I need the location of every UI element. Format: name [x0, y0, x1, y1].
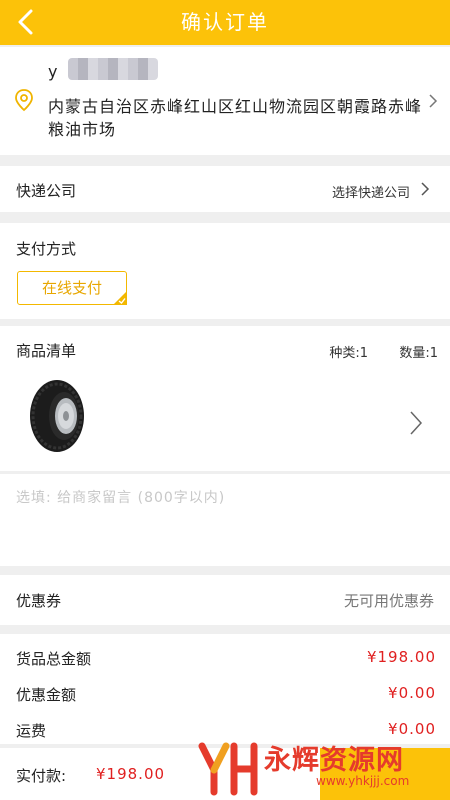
shipping-value: ¥0.00	[388, 720, 436, 738]
recipient-name: y	[48, 62, 58, 81]
pay-total-value: ¥198.00	[96, 765, 166, 783]
coupon-label: 优惠券	[16, 592, 62, 610]
chevron-right-icon[interactable]	[408, 410, 424, 436]
top-bar: 确认订单	[0, 0, 450, 45]
coupon-value: 无可用优惠券	[343, 592, 434, 610]
online-payment-option[interactable]: 在线支付	[17, 271, 127, 305]
discount-value: ¥0.00	[388, 684, 436, 702]
goods-total-label: 货品总金额	[16, 650, 92, 668]
chevron-right-icon[interactable]	[428, 93, 438, 109]
watermark-url: www.yhkjjj.com	[316, 774, 410, 788]
online-payment-label: 在线支付	[41, 279, 102, 297]
page-title: 确认订单	[181, 10, 269, 34]
goods-types: 种类:1	[329, 346, 368, 361]
courier-value[interactable]: 选择快递公司	[332, 182, 410, 201]
watermark: 永辉资源网 www.yhkjjj.com	[198, 738, 448, 798]
goods-label: 商品清单	[16, 342, 77, 360]
address-text: 内蒙古自治区赤峰红山区红山物流园区朝霞路赤峰粮油市场	[48, 97, 423, 139]
location-pin-icon	[15, 89, 33, 112]
goods-quantity: 数量:1	[399, 346, 438, 361]
selected-check-icon	[113, 291, 127, 305]
pay-total-label: 实付款:	[16, 767, 67, 785]
blurred-recipient-info	[68, 58, 158, 80]
discount-label: 优惠金额	[16, 686, 77, 704]
chevron-right-icon[interactable]	[420, 181, 430, 197]
message-placeholder: 选填: 给商家留言 (800字以内)	[16, 490, 226, 506]
goods-total-value: ¥198.00	[366, 648, 436, 666]
payment-label: 支付方式	[16, 240, 77, 258]
tire-product-image[interactable]	[28, 378, 86, 454]
courier-label: 快递公司	[16, 182, 77, 200]
watermark-text: 永辉资源网	[264, 745, 404, 776]
shipping-label: 运费	[16, 722, 47, 740]
watermark-logo-icon	[198, 742, 258, 796]
